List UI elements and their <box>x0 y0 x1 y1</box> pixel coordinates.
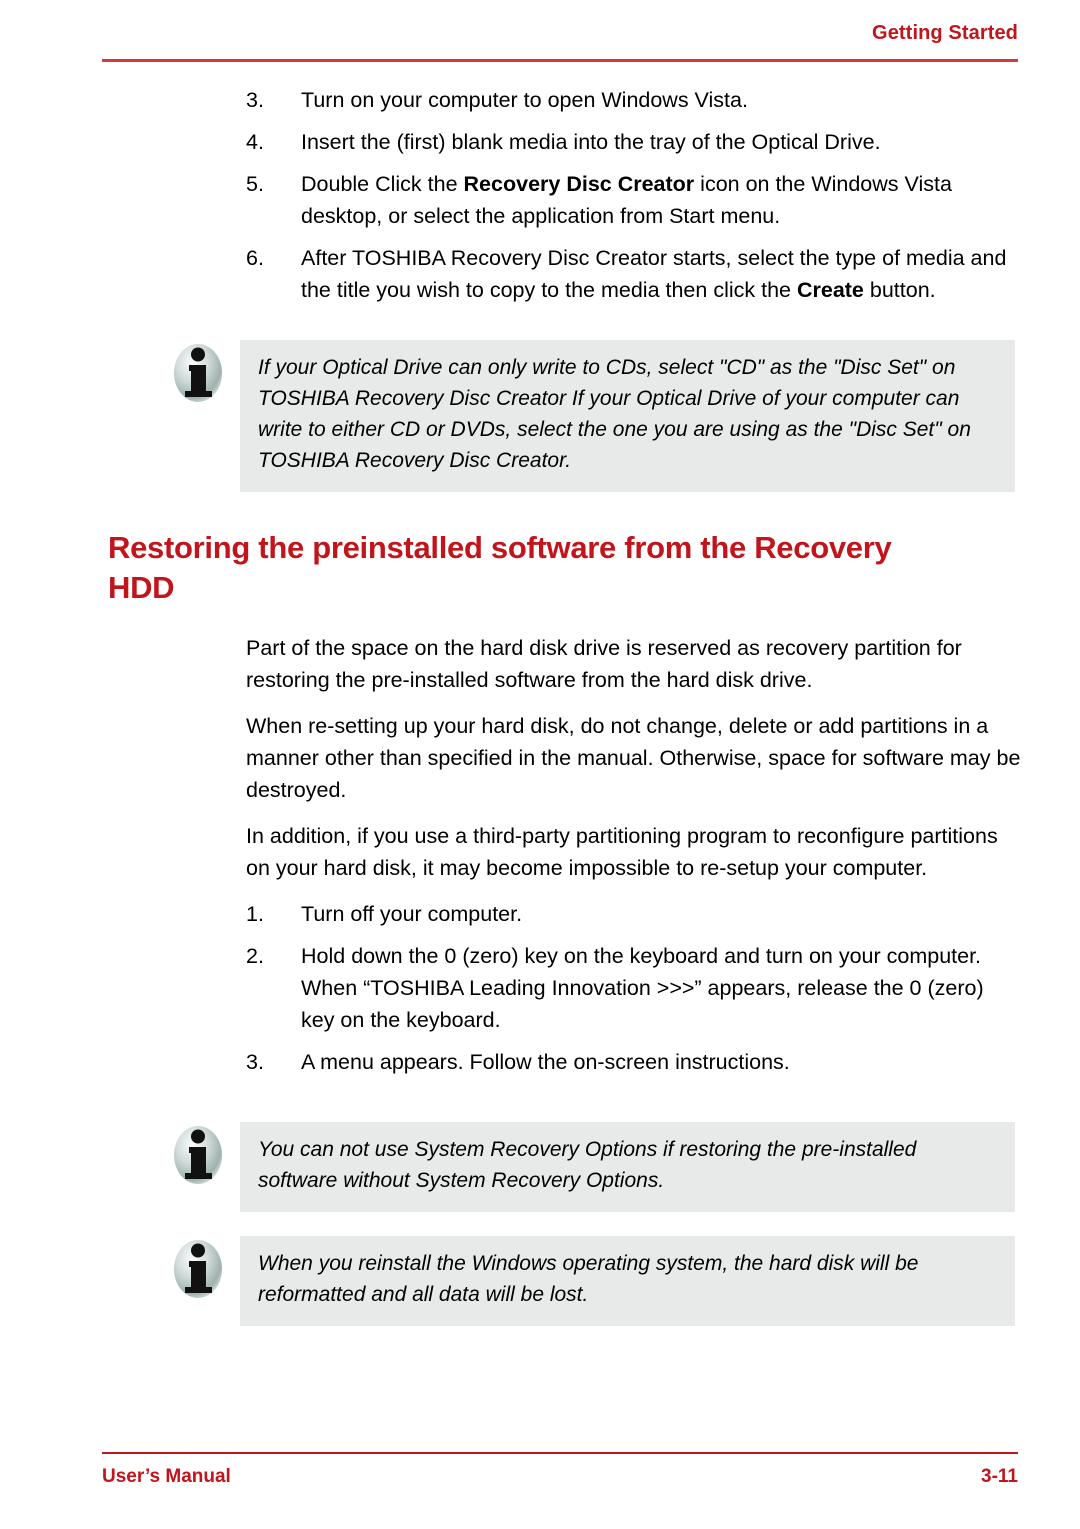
note-text: When you reinstall the Windows operating… <box>240 1236 1015 1326</box>
page-footer: User’s Manual 3-11 <box>102 1452 1018 1502</box>
list-item: 6. After TOSHIBA Recovery Disc Creator s… <box>246 242 1022 306</box>
list-item-text: Hold down the 0 (zero) key on the keyboa… <box>301 944 984 1032</box>
section-heading: Restoring the preinstalled software from… <box>108 530 892 605</box>
list-item-number: 3. <box>246 88 264 112</box>
page-header: Getting Started <box>102 22 1018 66</box>
footer-page-number: 3-11 <box>981 1466 1018 1487</box>
note-box: When you reinstall the Windows operating… <box>170 1236 1015 1326</box>
info-icon <box>170 1238 226 1300</box>
list-item-number: 2. <box>246 944 264 968</box>
info-icon <box>170 342 226 404</box>
footer-manual-label: User’s Manual <box>102 1466 231 1487</box>
note-box: You can not use System Recovery Options … <box>170 1122 1015 1212</box>
list-item: 1. Turn off your computer. <box>246 898 1022 930</box>
info-icon <box>170 1124 226 1186</box>
list-item-number: 6. <box>246 246 264 270</box>
list-item-number: 4. <box>246 130 264 154</box>
list-item-text: Insert the (first) blank media into the … <box>301 130 881 154</box>
note-text: If your Optical Drive can only write to … <box>240 340 1015 492</box>
procedure-list-bottom: 1. Turn off your computer. 2. Hold down … <box>0 898 1080 1078</box>
list-item-text: After TOSHIBA Recovery Disc Creator star… <box>301 246 1007 302</box>
header-divider <box>102 59 1018 62</box>
note-box: If your Optical Drive can only write to … <box>170 340 1015 492</box>
list-item-text: A menu appears. Follow the on-screen ins… <box>301 1050 790 1074</box>
footer-divider <box>102 1452 1018 1454</box>
document-page: Getting Started 3. Turn on your computer… <box>0 0 1080 1529</box>
list-item-number: 5. <box>246 172 264 196</box>
list-item-text: Double Click the Recovery Disc Creator i… <box>301 172 952 228</box>
list-item-text: Turn off your computer. <box>301 902 523 926</box>
list-item: 3. A menu appears. Follow the on-screen … <box>246 1046 1022 1078</box>
body-paragraph: When re-setting up your hard disk, do no… <box>246 714 1021 802</box>
list-item-number: 3. <box>246 1050 264 1074</box>
list-item: 2. Hold down the 0 (zero) key on the key… <box>246 940 1022 1036</box>
list-item: 3. Turn on your computer to open Windows… <box>246 84 1022 116</box>
procedure-list-top: 3. Turn on your computer to open Windows… <box>0 84 1080 306</box>
body-paragraph: Part of the space on the hard disk drive… <box>246 636 962 692</box>
body-paragraph: In addition, if you use a third-party pa… <box>246 824 998 880</box>
note-text: You can not use System Recovery Options … <box>240 1122 1015 1212</box>
header-chapter-title: Getting Started <box>872 22 1018 44</box>
list-item: 4. Insert the (first) blank media into t… <box>246 126 1022 158</box>
page-content: 3. Turn on your computer to open Windows… <box>0 84 1080 1326</box>
list-item: 5. Double Click the Recovery Disc Creato… <box>246 168 1022 232</box>
list-item-number: 1. <box>246 902 264 926</box>
list-item-text: Turn on your computer to open Windows Vi… <box>301 88 748 112</box>
